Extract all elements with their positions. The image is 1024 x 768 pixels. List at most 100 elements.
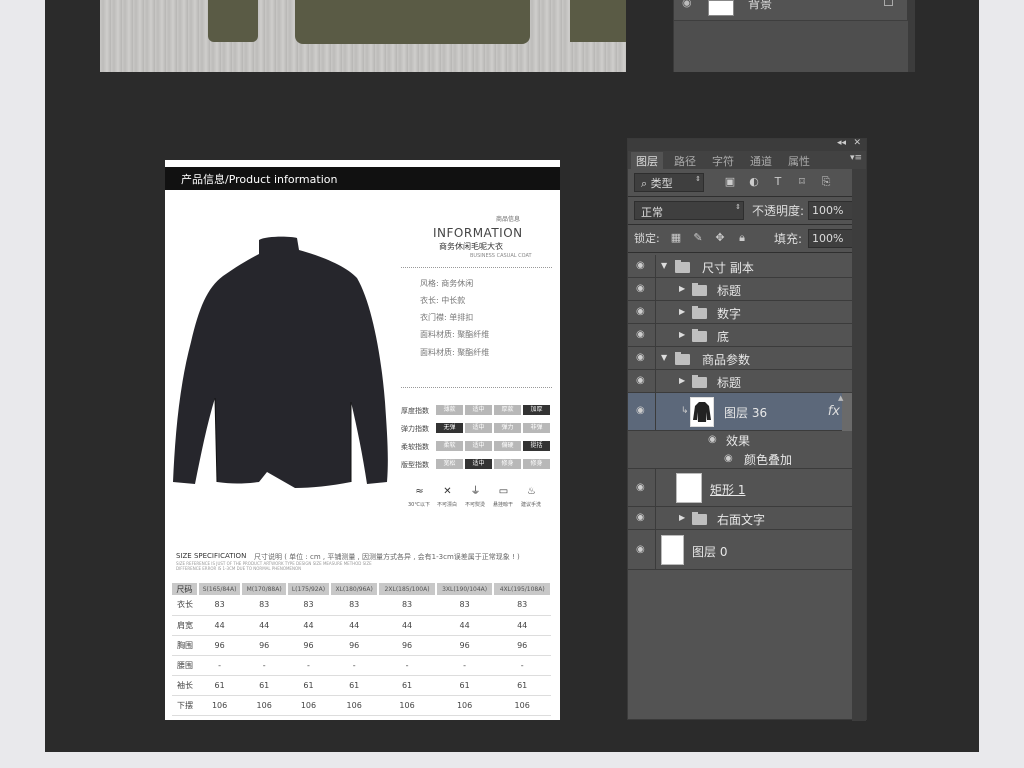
- layer-row-group[interactable]: ◉ ▶ 右面文字: [628, 507, 852, 530]
- size-column-header: L(175/92A): [286, 583, 332, 595]
- tab-character[interactable]: 字符: [707, 152, 739, 169]
- layer-row-group[interactable]: ◉ ▶ 标题: [628, 370, 852, 393]
- layer-row-group[interactable]: ◉ ▶ 标题: [628, 278, 852, 301]
- layer-name[interactable]: 商品参数: [702, 351, 750, 368]
- hand-wash-icon: ♨: [527, 486, 536, 497]
- lock-transparent-icon[interactable]: ▦: [669, 231, 683, 245]
- canvas-workspace[interactable]: ◉ 背景 产品信息/Product information 商品信息 INFOR…: [45, 0, 979, 752]
- product-document: 产品信息/Product information 商品信息 INFORMATIO…: [165, 160, 560, 720]
- layer-row-group[interactable]: ◉ ▶ 数字: [628, 301, 852, 324]
- type-filter-icon[interactable]: T: [770, 174, 786, 190]
- table-row: 肩宽 44 44 44 44 44 44 44: [172, 615, 551, 636]
- eye-icon[interactable]: ◉: [636, 405, 645, 416]
- tab-layers[interactable]: 图层: [631, 152, 663, 169]
- layer-name[interactable]: 标题: [717, 282, 741, 299]
- care-label: 建议手洗: [520, 502, 541, 508]
- tab-paths[interactable]: 路径: [669, 152, 701, 169]
- effect-item-label[interactable]: 颜色叠加: [744, 451, 792, 468]
- expand-triangle-icon[interactable]: ▼: [661, 353, 667, 362]
- no-iron-icon: ⏚: [470, 486, 481, 497]
- layer-name[interactable]: 底: [717, 328, 729, 345]
- collapse-triangle-icon[interactable]: ▶: [679, 307, 685, 316]
- eye-icon[interactable]: ◉: [682, 0, 692, 9]
- eye-icon[interactable]: ◉: [636, 260, 645, 271]
- folder-icon: [692, 306, 707, 319]
- rating-option: 适中: [465, 441, 492, 451]
- lock-brush-icon[interactable]: ✎: [691, 231, 705, 245]
- eye-icon[interactable]: ◉: [636, 329, 645, 340]
- tab-channels[interactable]: 通道: [745, 152, 777, 169]
- table-cell: -: [286, 655, 331, 676]
- collapse-triangle-icon[interactable]: ▶: [679, 376, 685, 385]
- layer-row[interactable]: ◉ 图层 0: [628, 530, 852, 570]
- table-cell: 胸围: [172, 635, 198, 656]
- rating-label: 厚度指数: [401, 407, 429, 415]
- eye-icon[interactable]: ◉: [636, 306, 645, 317]
- scrollbar-thumb[interactable]: [842, 393, 852, 431]
- garment-swatch: [295, 0, 530, 44]
- layer-name[interactable]: 背景: [748, 0, 772, 12]
- shape-filter-icon[interactable]: ⌑: [794, 174, 810, 190]
- expand-triangle-icon[interactable]: ▼: [661, 261, 667, 270]
- layer-name[interactable]: 右面文字: [717, 511, 765, 528]
- table-cell: 44: [241, 615, 287, 636]
- filter-kind-select[interactable]: ⌕ 类型 ⇕: [634, 173, 704, 192]
- eye-icon[interactable]: ◉: [724, 453, 733, 464]
- eye-icon[interactable]: ◉: [636, 512, 645, 523]
- scrollbar[interactable]: [852, 169, 866, 721]
- layer-row-group[interactable]: ◉ ▶ 底: [628, 324, 852, 347]
- layer-row-selected[interactable]: ◉ ↳ 图层 36 fx ▲: [628, 393, 852, 431]
- lock-all-icon[interactable]: 🔒︎: [735, 231, 749, 245]
- blend-mode-select[interactable]: 正常 ⇕: [634, 201, 744, 220]
- smartobject-filter-icon[interactable]: ⎘: [818, 174, 834, 190]
- layer-row-group[interactable]: ◉ ▼ 尺寸 副本: [628, 255, 852, 278]
- table-cell: 44: [286, 615, 331, 636]
- hang-dry-icon: ▭: [498, 486, 509, 497]
- layer-row-group[interactable]: ◉ ▼ 商品参数: [628, 347, 852, 370]
- rating-option: 薄款: [436, 405, 463, 415]
- table-cell: 44: [493, 615, 551, 636]
- wash-30-icon: ≈: [415, 486, 424, 497]
- eye-icon[interactable]: ◉: [636, 352, 645, 363]
- layer-name[interactable]: 标题: [717, 374, 741, 391]
- collapse-icon[interactable]: ◂◂: [837, 138, 846, 148]
- size-tiny-note: SIZE REFERENCE IS JUST OF THE PRODUCT AR…: [176, 561, 372, 571]
- effects-label[interactable]: 效果: [726, 432, 750, 449]
- eye-icon[interactable]: ◉: [636, 544, 645, 555]
- layer-name[interactable]: 尺寸 副本: [702, 259, 754, 276]
- collapse-triangle-icon[interactable]: ▶: [679, 284, 685, 293]
- eye-icon[interactable]: ◉: [708, 434, 717, 445]
- adjustment-filter-icon[interactable]: ◐: [746, 174, 762, 190]
- layer-effects-row[interactable]: ◉ 效果 ◉ 颜色叠加: [628, 431, 852, 469]
- layer-name[interactable]: 数字: [717, 305, 741, 322]
- size-column-header: S(165/84A): [197, 583, 243, 595]
- pixel-filter-icon[interactable]: ▣: [722, 174, 738, 190]
- table-cell: 96: [378, 635, 436, 656]
- size-column-header: 2XL(185/100A): [378, 583, 437, 595]
- tab-properties[interactable]: 属性: [783, 152, 815, 169]
- fx-icon[interactable]: fx: [828, 404, 840, 419]
- eye-icon[interactable]: ◉: [636, 375, 645, 386]
- layer-name[interactable]: 矩形 1: [710, 481, 745, 498]
- chevron-up-icon[interactable]: ▲: [838, 394, 843, 402]
- collapse-triangle-icon[interactable]: ▶: [679, 330, 685, 339]
- table-cell: 83: [330, 595, 379, 616]
- panel-menu-icon[interactable]: ▾≡: [850, 153, 862, 163]
- layer-name[interactable]: 图层 36: [724, 404, 767, 421]
- folder-icon: [675, 352, 690, 365]
- lock-move-icon[interactable]: ✥: [713, 231, 727, 245]
- rating-option: 适中: [465, 423, 492, 433]
- table-cell: 61: [241, 675, 287, 696]
- collapse-triangle-icon[interactable]: ▶: [679, 513, 685, 522]
- eye-icon[interactable]: ◉: [636, 482, 645, 493]
- eye-icon[interactable]: ◉: [636, 283, 645, 294]
- layer-thumbnail: [676, 473, 702, 503]
- close-icon[interactable]: ✕: [853, 138, 861, 148]
- table-cell: 61: [435, 675, 494, 696]
- layer-name[interactable]: 图层 0: [692, 543, 727, 560]
- fill-label: 填充:: [774, 232, 803, 246]
- rating-option: 偏硬: [494, 441, 521, 451]
- layer-row-shape[interactable]: ◉ 矩形 1: [628, 469, 852, 507]
- rating-option: 柔软: [436, 441, 463, 451]
- panel-titlebar[interactable]: ◂◂ ✕: [628, 138, 866, 151]
